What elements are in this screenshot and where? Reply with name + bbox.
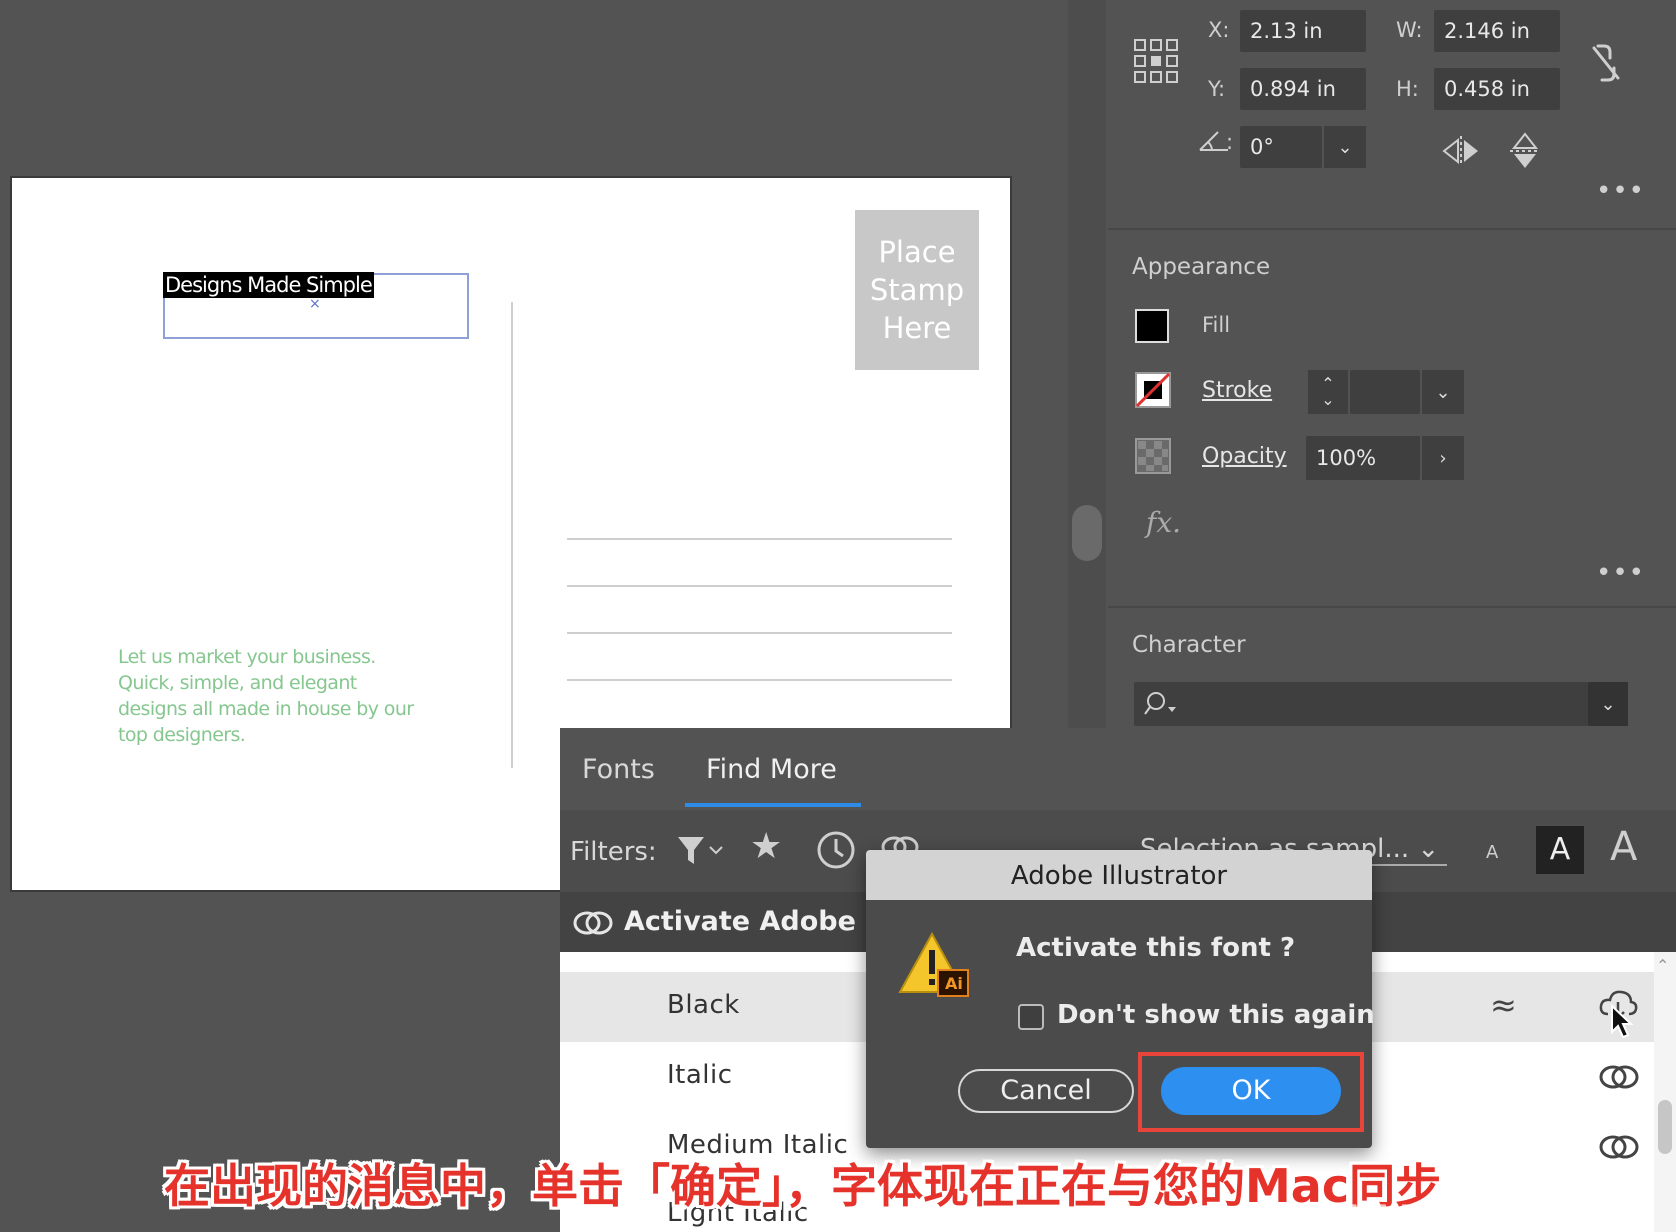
- opacity-swatch-icon[interactable]: [1135, 438, 1171, 474]
- similar-fonts-icon[interactable]: ≈: [1490, 986, 1517, 1024]
- font-row-name: Italic: [667, 1060, 733, 1090]
- search-icon: [1144, 692, 1176, 715]
- ai-badge: Ai: [945, 974, 963, 993]
- constrain-proportions-icon[interactable]: [1588, 42, 1624, 84]
- angle-colon: :: [1226, 130, 1234, 154]
- size-large-button[interactable]: A: [1610, 824, 1637, 870]
- activate-font-icon[interactable]: [1598, 1132, 1640, 1162]
- body-copy-text[interactable]: Let us market your business. Quick, simp…: [118, 644, 418, 748]
- font-search-field[interactable]: [1134, 682, 1588, 726]
- transform-more-icon[interactable]: •••: [1596, 176, 1645, 206]
- favorites-star-icon[interactable]: ★: [750, 826, 782, 867]
- recent-clock-icon[interactable]: [816, 830, 856, 870]
- dialog-title: Adobe Illustrator: [866, 850, 1372, 900]
- character-title: Character: [1132, 632, 1246, 658]
- size-medium-button[interactable]: A: [1536, 826, 1584, 874]
- x-label: X:: [1208, 18, 1230, 42]
- font-dropdown-chevron-icon[interactable]: ⌄: [1588, 682, 1628, 726]
- panel-scrollbar-thumb[interactable]: [1072, 505, 1102, 561]
- w-field[interactable]: 2.146 in: [1434, 10, 1560, 52]
- mouse-cursor-icon: [1611, 1004, 1634, 1039]
- stroke-link[interactable]: Stroke: [1202, 378, 1272, 403]
- stamp-text: Place Stamp Here: [869, 235, 965, 345]
- ok-button[interactable]: OK: [1161, 1067, 1341, 1115]
- stroke-weight-dropdown-chevron-icon[interactable]: ⌄: [1422, 370, 1464, 414]
- filters-label: Filters:: [570, 837, 657, 867]
- stamp-placeholder[interactable]: Place Stamp Here: [855, 210, 979, 370]
- watermark: www.MacZ.com: [1320, 1192, 1601, 1230]
- tutorial-caption: 在出现的消息中，单击「确定」，字体现在正在与您的Mac同步: [164, 1159, 1442, 1213]
- appearance-title: Appearance: [1132, 254, 1271, 280]
- flip-vertical-icon[interactable]: [1508, 132, 1542, 170]
- section-divider: [1108, 228, 1676, 230]
- panel-scroll-gutter: [1068, 0, 1106, 730]
- h-label: H:: [1396, 77, 1419, 101]
- opacity-chevron-right-icon[interactable]: ›: [1422, 436, 1464, 480]
- dont-show-checkbox[interactable]: [1018, 1004, 1044, 1030]
- stroke-swatch-icon[interactable]: [1135, 372, 1171, 408]
- opacity-field[interactable]: 100%: [1306, 436, 1420, 480]
- fill-swatch[interactable]: [1135, 309, 1169, 343]
- tab-fonts[interactable]: Fonts: [582, 754, 655, 785]
- w-label: W:: [1396, 18, 1423, 42]
- reference-point-icon[interactable]: [1133, 38, 1179, 84]
- filter-funnel-icon[interactable]: [676, 834, 726, 868]
- fill-label: Fill: [1202, 313, 1231, 337]
- size-small-button[interactable]: A: [1486, 842, 1498, 863]
- properties-panel: [1108, 0, 1676, 730]
- tab-find-more[interactable]: Find More: [706, 754, 837, 785]
- opacity-link[interactable]: Opacity: [1202, 444, 1287, 469]
- stroke-weight-stepper[interactable]: ⌃ ⌄: [1308, 370, 1348, 414]
- x-field[interactable]: 2.13 in: [1240, 10, 1366, 52]
- section-divider: [1108, 606, 1676, 608]
- font-list-scroll-thumb[interactable]: [1658, 1100, 1672, 1154]
- activate-font-icon[interactable]: [1598, 1062, 1640, 1092]
- cancel-button[interactable]: Cancel: [958, 1069, 1134, 1113]
- address-line: [567, 585, 952, 587]
- rotate-field[interactable]: 0°: [1240, 126, 1322, 168]
- postcard-divider: [511, 302, 513, 768]
- address-line: [567, 679, 952, 681]
- creative-cloud-icon: [573, 911, 613, 935]
- dont-show-label[interactable]: Don't show this again: [1057, 1000, 1375, 1030]
- stroke-weight-field[interactable]: [1350, 370, 1420, 414]
- appearance-more-icon[interactable]: •••: [1596, 558, 1645, 588]
- font-list-scrollbar[interactable]: [1654, 952, 1676, 1232]
- address-line: [567, 632, 952, 634]
- headline-text[interactable]: Designs Made Simple: [163, 272, 374, 298]
- active-tab-indicator: [685, 803, 861, 807]
- y-label: Y:: [1208, 77, 1226, 101]
- rotate-dropdown-chevron-icon[interactable]: ⌄: [1324, 126, 1366, 168]
- effects-fx-icon[interactable]: fx.: [1146, 506, 1181, 539]
- flip-horizontal-icon[interactable]: [1442, 134, 1480, 168]
- font-row-name: Black: [667, 990, 740, 1020]
- frame-anchor-icon: ×: [309, 296, 321, 312]
- h-field[interactable]: 0.458 in: [1434, 68, 1560, 110]
- activate-fonts-label[interactable]: Activate Adobe Fonts: [624, 906, 874, 937]
- address-line: [567, 538, 952, 540]
- dialog-message: Activate this font ?: [1016, 933, 1296, 963]
- scroll-up-icon[interactable]: ⌃: [1656, 956, 1669, 975]
- y-field[interactable]: 0.894 in: [1240, 68, 1366, 110]
